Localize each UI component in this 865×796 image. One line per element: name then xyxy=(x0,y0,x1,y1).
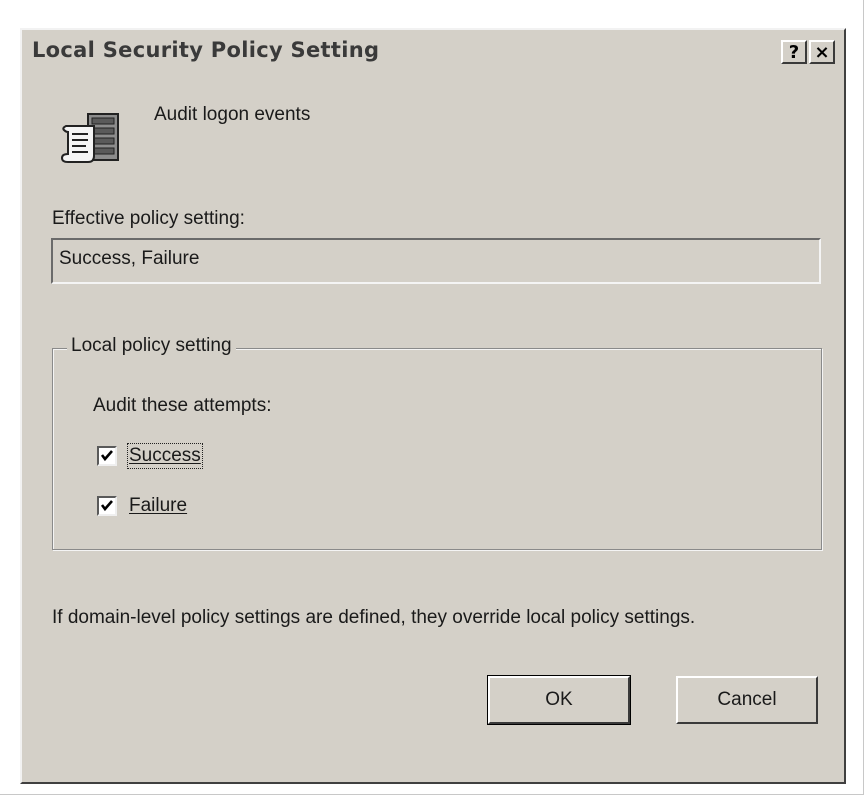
success-label[interactable]: Success xyxy=(127,443,203,469)
title-bar[interactable]: Local Security Policy Setting ? × xyxy=(28,34,838,72)
audit-attempts-label: Audit these attempts: xyxy=(93,395,272,416)
success-checkbox-row[interactable]: Success xyxy=(97,443,203,469)
effective-setting-field: Success, Failure xyxy=(51,238,821,284)
domain-override-note: If domain-level policy settings are defi… xyxy=(52,607,696,628)
window-title: Local Security Policy Setting xyxy=(32,38,380,62)
effective-setting-value: Success, Failure xyxy=(59,248,200,269)
success-checkbox[interactable] xyxy=(97,446,117,466)
audit-policy-icon xyxy=(60,113,119,163)
close-button[interactable]: × xyxy=(809,40,835,64)
effective-setting-label: Effective policy setting: xyxy=(52,208,245,229)
failure-checkbox[interactable] xyxy=(97,496,117,516)
checkmark-icon xyxy=(100,450,113,462)
local-policy-groupbox: Local policy setting Audit these attempt… xyxy=(52,335,822,550)
policy-dialog: Local Security Policy Setting ? × Audit … xyxy=(20,28,846,784)
help-button[interactable]: ? xyxy=(781,40,807,64)
failure-label[interactable]: Failure xyxy=(129,495,187,517)
local-policy-group-label: Local policy setting xyxy=(67,335,236,357)
failure-checkbox-row[interactable]: Failure xyxy=(97,493,187,519)
checkmark-icon xyxy=(100,500,113,512)
policy-name: Audit logon events xyxy=(154,104,311,125)
ok-button[interactable]: OK xyxy=(487,675,631,725)
cancel-button[interactable]: Cancel xyxy=(676,676,818,724)
